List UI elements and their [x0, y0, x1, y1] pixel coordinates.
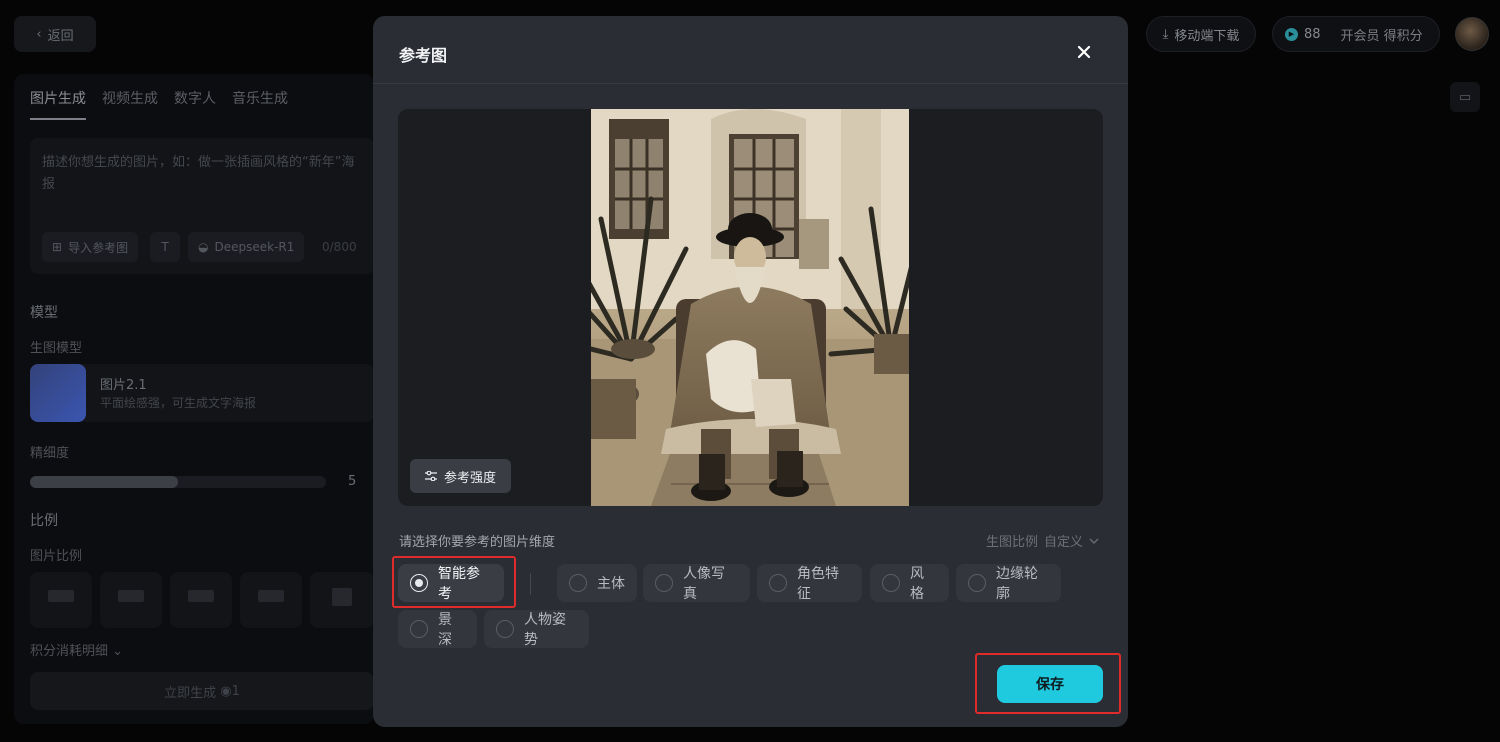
detail-value: 5 — [348, 474, 357, 489]
model-description: 平面绘感强，可生成文字海报 — [100, 396, 257, 410]
cost-detail-toggle[interactable]: 积分消耗明细 ⌄ — [30, 640, 123, 659]
reference-photo — [591, 109, 909, 506]
option-label: 人物姿势 — [524, 612, 566, 648]
close-button[interactable] — [1070, 38, 1098, 66]
ratio-option[interactable] — [170, 572, 232, 628]
highlight-save-button — [975, 653, 1121, 714]
chevron-left-icon: ‹ — [36, 26, 42, 42]
option-label: 风格 — [910, 566, 924, 602]
left-panel: 图片生成 视频生成 数字人 音乐生成 描述你想生成的图片，如：做一张插画风格的“… — [14, 74, 374, 724]
option-portrait[interactable]: 人像写真 — [643, 564, 750, 602]
cost-detail-label: 积分消耗明细 — [30, 644, 109, 659]
tab-digital-human[interactable]: 数字人 — [174, 88, 216, 120]
generate-button[interactable]: 立即生成 ◉ 1 — [30, 672, 374, 710]
whale-icon: ◒ — [198, 240, 209, 254]
back-button[interactable]: ‹ 返回 — [14, 16, 96, 52]
model-subtitle: 生图模型 — [30, 341, 83, 356]
dimension-prompt: 请选择你要参考的图片维度 — [399, 535, 556, 550]
deepseek-label: Deepseek-R1 — [214, 240, 295, 254]
download-icon: ⤓ — [1162, 26, 1169, 42]
reference-preview: 参考强度 — [398, 109, 1103, 506]
tab-video[interactable]: 视频生成 — [102, 88, 158, 120]
avatar[interactable] — [1455, 17, 1489, 51]
detail-label: 精细度 — [30, 446, 70, 461]
reference-image-modal: 参考图 参考强度 请选择你要参考的图片维度 生图比例 自定义 智能参考 主体 人… — [373, 16, 1128, 727]
mode-tabs: 图片生成 视频生成 数字人 音乐生成 — [30, 88, 288, 120]
generate-cost: 1 — [231, 683, 240, 699]
model-thumbnail — [30, 364, 86, 422]
ratio-subtitle: 图片比例 — [30, 549, 83, 564]
option-depth-of-field[interactable]: 景深 — [398, 610, 477, 648]
radio-icon — [769, 574, 787, 592]
option-label: 边缘轮廓 — [996, 566, 1038, 602]
text-icon[interactable]: T — [150, 232, 180, 262]
model-card[interactable]: 图片2.1 平面绘感强，可生成文字海报 — [30, 364, 374, 422]
deepseek-button[interactable]: ◒ Deepseek-R1 — [188, 232, 305, 262]
ratio-section-title: 比例 — [30, 513, 58, 529]
import-reference-button[interactable]: ⊞ 导入参考图 — [42, 232, 139, 262]
tab-image[interactable]: 图片生成 — [30, 88, 86, 120]
ratio-selector-value: 自定义 — [1044, 535, 1084, 550]
model-section-title: 模型 — [30, 305, 58, 321]
model-name: 图片2.1 — [100, 378, 147, 393]
radio-icon — [410, 620, 428, 638]
image-plus-icon: ⊞ — [52, 240, 63, 254]
vip-label: 开会员 得积分 — [1340, 28, 1423, 44]
mobile-download-button[interactable]: ⤓ 移动端下载 — [1146, 16, 1256, 52]
points-count: 88 — [1304, 26, 1321, 42]
radio-icon — [882, 574, 900, 592]
option-pose[interactable]: 人物姿势 — [484, 610, 589, 648]
back-label: 返回 — [47, 28, 74, 44]
coin-icon: ▶ — [1285, 27, 1298, 41]
ratio-option[interactable] — [240, 572, 302, 628]
import-reference-label: 导入参考图 — [68, 240, 129, 255]
ratio-selector[interactable]: 生图比例 自定义 — [986, 531, 1099, 550]
option-label: 角色特征 — [797, 566, 839, 602]
ratio-option[interactable] — [100, 572, 162, 628]
option-subject[interactable]: 主体 — [557, 564, 637, 602]
option-style[interactable]: 风格 — [870, 564, 949, 602]
tab-music[interactable]: 音乐生成 — [232, 88, 288, 120]
radio-icon — [968, 574, 986, 592]
radio-icon — [496, 620, 514, 638]
option-separator — [530, 573, 531, 595]
chevron-down-icon — [1089, 538, 1099, 544]
option-edge-contour[interactable]: 边缘轮廓 — [956, 564, 1061, 602]
option-label: 人像写真 — [683, 566, 725, 602]
highlight-smart-reference — [392, 556, 516, 608]
reference-strength-button[interactable]: 参考强度 — [410, 459, 511, 493]
mobile-download-label: 移动端下载 — [1174, 28, 1240, 44]
char-count: 0/800 — [322, 240, 357, 254]
radio-icon — [569, 574, 587, 592]
radio-icon — [655, 574, 673, 592]
option-character-features[interactable]: 角色特征 — [757, 564, 862, 602]
option-label: 景深 — [438, 612, 452, 648]
ratio-option[interactable] — [310, 572, 374, 628]
modal-divider — [373, 83, 1128, 84]
modal-title: 参考图 — [399, 46, 448, 65]
folder-icon[interactable]: ▭ — [1450, 82, 1480, 112]
ratio-option[interactable] — [30, 572, 92, 628]
points-button[interactable]: ▶ 88 开会员 得积分 — [1272, 16, 1440, 52]
ratio-selector-label: 生图比例 — [986, 535, 1039, 550]
generate-label: 立即生成 — [164, 685, 217, 701]
option-label: 主体 — [597, 576, 625, 592]
detail-slider[interactable] — [30, 476, 326, 488]
detail-slider-fill — [30, 476, 178, 488]
sliders-icon — [424, 471, 437, 481]
close-icon — [1077, 45, 1091, 59]
reference-strength-label: 参考强度 — [443, 470, 496, 486]
